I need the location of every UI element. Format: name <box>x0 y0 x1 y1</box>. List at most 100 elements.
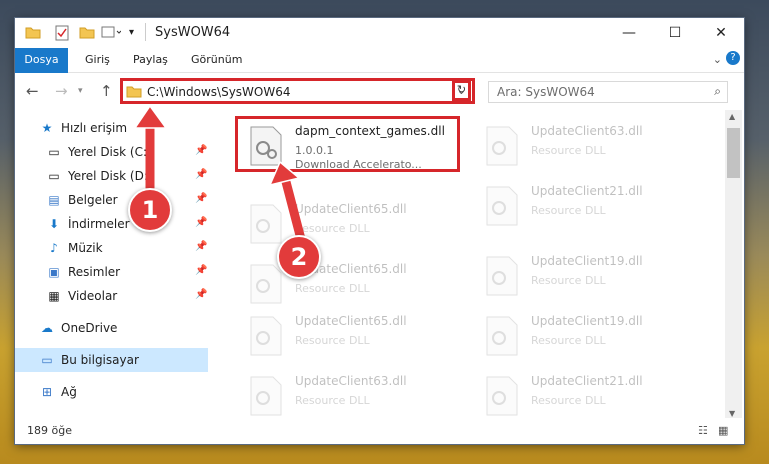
sidebar-item-quick-access[interactable]: ★ Hızlı erişim <box>39 116 127 140</box>
forward-arrow-icon[interactable]: → <box>55 82 68 100</box>
music-icon: ♪ <box>50 241 58 255</box>
sidebar-item-local-disk-d[interactable]: ▭ Yerel Disk (D:) <box>46 164 153 188</box>
dll-file-icon <box>249 376 283 416</box>
file-name: UpdateClient65.dll <box>295 314 407 328</box>
help-icon[interactable]: ? <box>726 51 740 65</box>
file-item[interactable]: UpdateClient63.dll Resource DLL <box>475 116 705 176</box>
up-arrow-icon[interactable]: ↑ <box>100 82 113 100</box>
sidebar-item-label: Videolar <box>68 289 118 303</box>
sidebar-item-documents[interactable]: ▤ Belgeler <box>46 188 118 212</box>
file-item[interactable]: UpdateClient63.dll Resource DLL <box>239 366 469 426</box>
pin-icon[interactable]: 📌 <box>195 145 207 156</box>
file-name: UpdateClient63.dll <box>295 374 407 388</box>
properties-icon[interactable] <box>55 25 69 44</box>
dll-file-icon <box>485 376 519 416</box>
scroll-up-icon[interactable]: ▲ <box>729 112 735 121</box>
sidebar-item-network[interactable]: ⊞ Ağ <box>39 380 77 404</box>
dll-file-icon <box>485 126 519 166</box>
sidebar-item-this-pc[interactable]: ▭ Bu bilgisayar <box>15 348 208 372</box>
ribbon-tabs: Dosya Giriş Paylaş Görünüm ⌄ ? <box>15 48 744 108</box>
customize-toolbar-icon[interactable]: ▾ <box>129 27 134 38</box>
file-type: Resource DLL <box>531 204 606 217</box>
file-type: Resource DLL <box>295 282 370 295</box>
sidebar-item-label: Ağ <box>61 385 77 399</box>
step-badge-2: 2 <box>277 235 321 279</box>
sidebar-item-label: Belgeler <box>68 193 118 207</box>
sidebar-item-label: Resimler <box>68 265 121 279</box>
item-count: 189 öğe <box>27 424 72 437</box>
search-box[interactable]: Ara: SysWOW64 ⌕ <box>488 81 728 103</box>
documents-icon: ▤ <box>48 193 60 207</box>
minimize-button[interactable]: — <box>606 18 652 48</box>
address-path: C:\Windows\SysWOW64 <box>147 85 291 99</box>
file-type: Resource DLL <box>295 222 370 235</box>
navigation-pane: ★ Hızlı erişim ▭ Yerel Disk (C:) 📌 ▭ Yerel … <box>15 110 220 410</box>
pin-icon[interactable]: 📌 <box>195 289 207 300</box>
pin-icon[interactable]: 📌 <box>195 169 207 180</box>
folder-icon <box>25 25 41 42</box>
sidebar-item-label: Yerel Disk (D:) <box>68 169 153 183</box>
tab-view[interactable]: Görünüm <box>191 48 242 72</box>
sidebar-item-label: Hızlı erişim <box>61 121 128 135</box>
file-type: Resource DLL <box>295 334 370 347</box>
file-name: UpdateClient19.dll <box>531 254 643 268</box>
pin-icon[interactable]: 📌 <box>195 241 207 252</box>
dll-file-icon <box>249 316 283 356</box>
large-icons-view-icon[interactable]: ▦ <box>718 424 728 437</box>
file-item[interactable]: UpdateClient19.dll Resource DLL <box>475 306 705 366</box>
sidebar-item-videos[interactable]: ▦ Videolar <box>46 284 117 308</box>
file-highlight-box <box>235 116 460 172</box>
title-bar: ▾ SysWOW64 — ☐ ✕ <box>15 18 744 48</box>
sidebar-item-downloads[interactable]: ⬇ İndirmeler <box>46 212 130 236</box>
tab-share[interactable]: Paylaş <box>133 48 168 72</box>
dll-file-icon <box>485 316 519 356</box>
file-item[interactable]: UpdateClient19.dll Resource DLL <box>475 246 705 306</box>
close-button[interactable]: ✕ <box>698 18 744 48</box>
expand-ribbon-icon[interactable]: ⌄ <box>713 53 722 66</box>
recent-locations-icon[interactable]: ▾ <box>78 86 83 96</box>
sidebar-item-local-disk-c[interactable]: ▭ Yerel Disk (C:) <box>46 140 152 164</box>
sidebar-item-onedrive[interactable]: ☁ OneDrive <box>39 316 117 340</box>
view-options-icon[interactable] <box>101 25 122 42</box>
file-item[interactable]: UpdateClient21.dll Resource DLL <box>475 176 705 236</box>
pin-icon[interactable]: 📌 <box>195 217 207 228</box>
sidebar-item-music[interactable]: ♪ Müzik <box>46 236 103 260</box>
folder-icon <box>126 84 142 101</box>
cloud-icon: ☁ <box>41 321 53 335</box>
file-item[interactable]: UpdateClient65.dll Resource DLL <box>239 254 469 314</box>
refresh-button[interactable]: ↻ <box>452 80 471 101</box>
vertical-scrollbar[interactable]: ▲ ▼ <box>725 110 742 420</box>
new-folder-icon[interactable] <box>79 25 95 42</box>
details-view-icon[interactable]: ☷ <box>698 424 708 437</box>
pictures-icon: ▣ <box>48 265 60 279</box>
scrollbar-thumb[interactable] <box>727 128 740 178</box>
sidebar-item-label: OneDrive <box>61 321 118 335</box>
file-item[interactable]: UpdateClient65.dll Resource DLL <box>239 306 469 366</box>
scroll-down-icon[interactable]: ▼ <box>729 409 735 418</box>
file-type: Resource DLL <box>295 394 370 407</box>
address-bar[interactable]: C:\Windows\SysWOW64 ⌄ <box>120 78 475 104</box>
download-icon: ⬇ <box>48 217 60 231</box>
drive-icon: ▭ <box>48 169 60 183</box>
star-icon: ★ <box>41 121 53 135</box>
sidebar-item-label: Yerel Disk (C:) <box>68 145 152 159</box>
videos-icon: ▦ <box>48 289 60 303</box>
dll-file-icon <box>485 186 519 226</box>
search-input[interactable]: Ara: SysWOW64 <box>497 85 595 99</box>
sidebar-item-label: Müzik <box>68 241 103 255</box>
file-name: UpdateClient63.dll <box>531 124 643 138</box>
computer-icon: ▭ <box>41 353 53 367</box>
pin-icon[interactable]: 📌 <box>195 265 207 276</box>
explorer-window: ▾ SysWOW64 — ☐ ✕ Dosya Giriş Paylaş Görü… <box>15 18 744 444</box>
back-arrow-icon[interactable]: ← <box>26 82 39 100</box>
maximize-button[interactable]: ☐ <box>652 18 698 48</box>
network-icon: ⊞ <box>41 385 53 399</box>
pin-icon[interactable]: 📌 <box>195 193 207 204</box>
search-icon[interactable]: ⌕ <box>714 84 721 99</box>
drive-icon: ▭ <box>48 145 60 159</box>
tab-home[interactable]: Giriş <box>85 48 110 72</box>
file-item[interactable]: UpdateClient21.dll Resource DLL <box>475 366 705 426</box>
file-item[interactable]: UpdateClient65.dll Resource DLL <box>239 194 469 254</box>
sidebar-item-pictures[interactable]: ▣ Resimler <box>46 260 120 284</box>
sidebar-item-label: İndirmeler <box>68 217 130 231</box>
